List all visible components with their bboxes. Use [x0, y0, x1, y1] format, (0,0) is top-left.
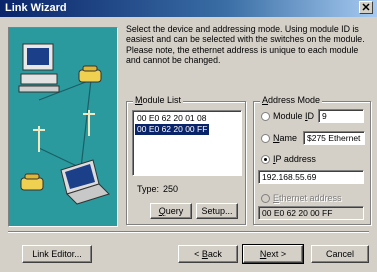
back-button[interactable]: < Back [178, 245, 238, 263]
query-button[interactable]: Query [150, 203, 192, 219]
next-button[interactable]: Next > [242, 244, 304, 264]
laptop-icon [60, 159, 110, 205]
network-pole-icon [33, 126, 45, 152]
name-radio[interactable] [261, 134, 270, 143]
instructions-text: Select the device and addressing mode. U… [126, 24, 365, 66]
name-label[interactable]: Name [273, 133, 297, 143]
link-editor-button[interactable]: Link Editor... [22, 245, 92, 263]
footer-separator [8, 231, 369, 233]
cancel-button[interactable]: Cancel [311, 245, 369, 263]
ethernet-address-radio [261, 194, 270, 203]
wizard-illustration [8, 27, 118, 227]
telephone-icon [78, 65, 102, 83]
module-list-label: Module List [133, 95, 184, 105]
ip-address-label[interactable]: IP address [273, 154, 316, 164]
address-mode-label: Address Mode [260, 95, 323, 105]
computer-icon [18, 43, 60, 93]
close-icon[interactable]: ✕ [359, 1, 373, 14]
module-id-radio[interactable] [261, 112, 270, 121]
window-title: Link Wizard [5, 2, 67, 14]
network-line-icon [38, 79, 92, 169]
title-bar[interactable]: Link Wizard ✕ [0, 0, 377, 17]
module-list-item[interactable]: 00 E0 62 20 01 08 [135, 113, 208, 124]
module-id-field[interactable]: 9 [318, 109, 364, 123]
type-value: 250 [163, 184, 179, 194]
name-field[interactable]: $275 Ethernet [303, 131, 365, 145]
ethernet-address-field: 00 E0 62 20 00 FF [258, 206, 364, 220]
ip-address-radio[interactable] [261, 155, 270, 164]
ethernet-address-label: Ethernet address [273, 193, 342, 203]
network-illustration-icon [18, 43, 110, 205]
ip-address-field[interactable]: 192.168.55.69 [258, 170, 364, 184]
module-listbox[interactable]: 00 E0 62 20 01 08 00 E0 62 20 00 FF [132, 110, 242, 176]
module-list-item-selected[interactable]: 00 E0 62 20 00 FF [133, 123, 211, 136]
module-id-label[interactable]: Module ID [273, 111, 314, 121]
link-wizard-window: Link Wizard ✕ Select the device and addr… [0, 0, 377, 272]
telephone-icon [20, 173, 44, 191]
type-label: Type: [137, 184, 160, 194]
setup-button[interactable]: Setup... [196, 203, 238, 219]
